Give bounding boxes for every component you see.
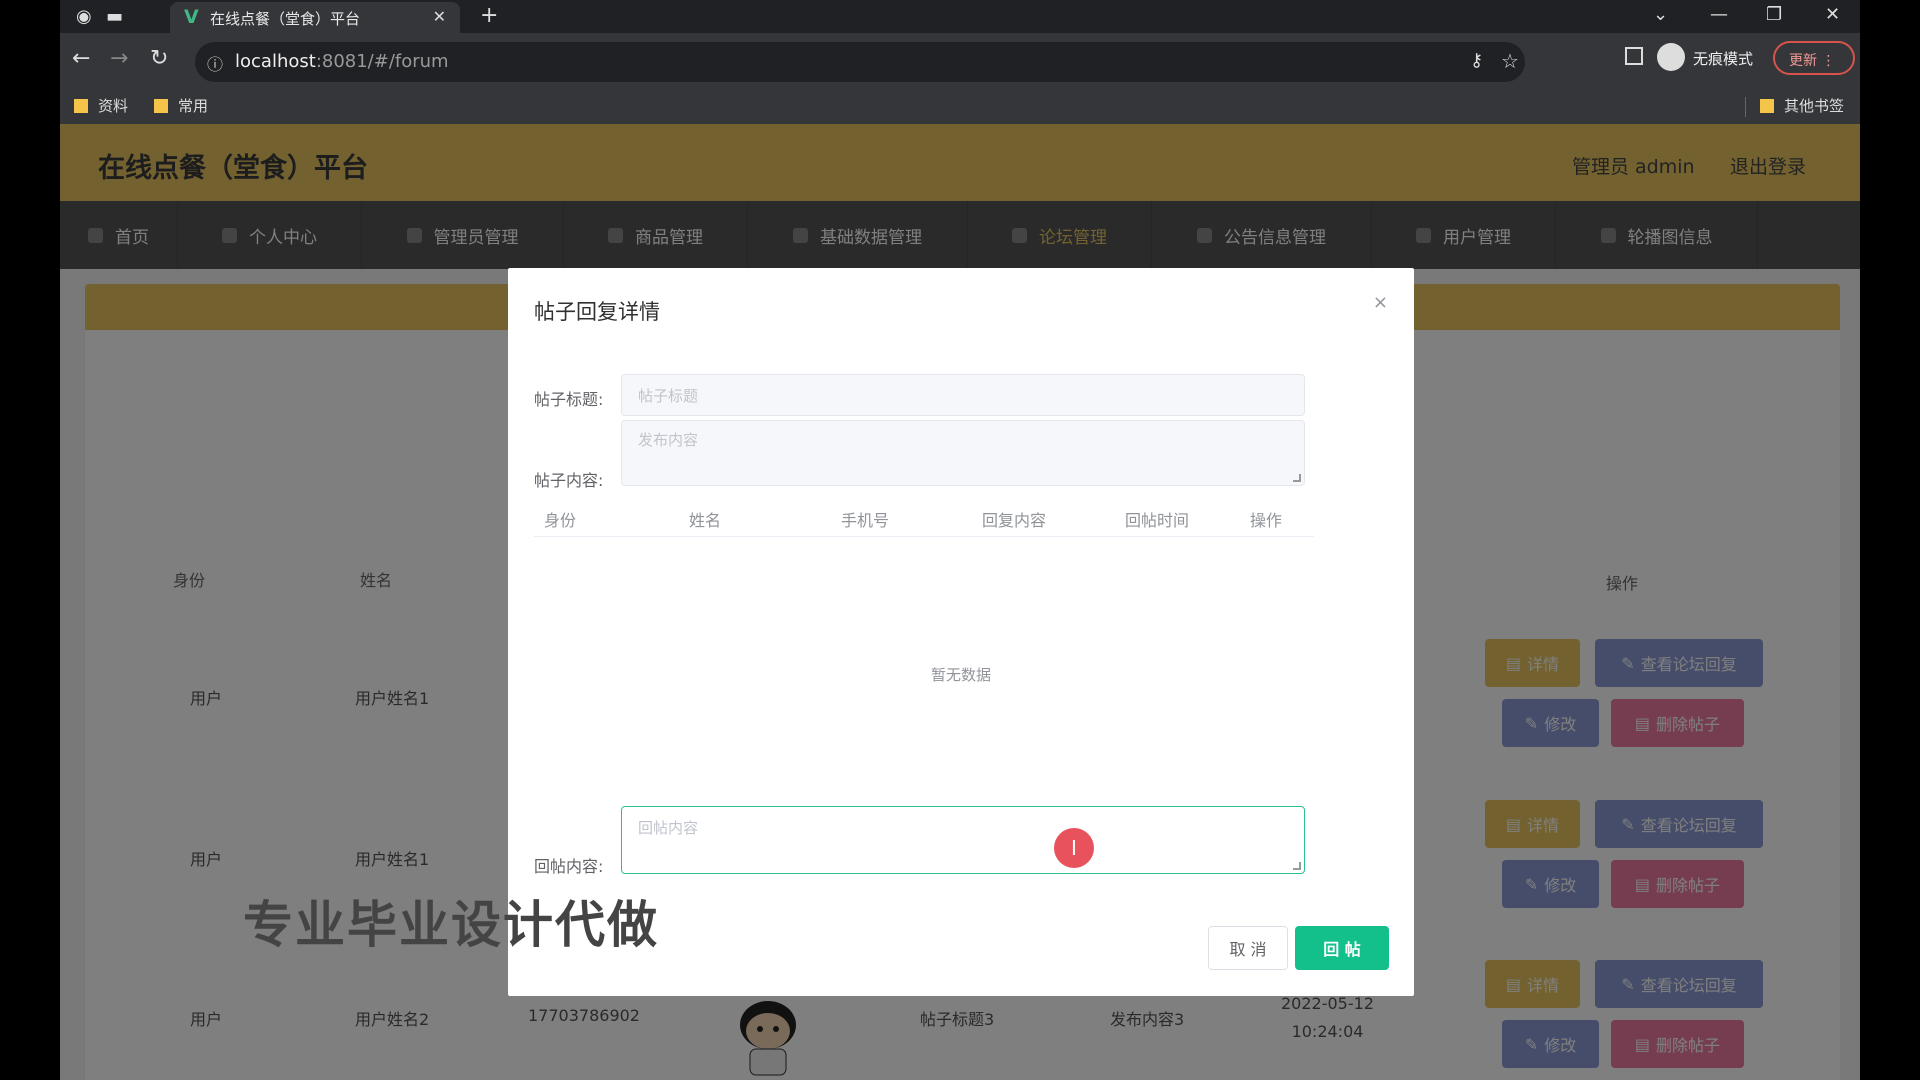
tab-group-icon[interactable]: ▬ (106, 6, 123, 27)
reply-content-placeholder: 回帖内容 (638, 819, 699, 837)
url-text: localhost:8081/#/forum (235, 51, 449, 72)
cancel-button[interactable]: 取 消 (1208, 926, 1288, 970)
watermark-text: 专业毕业设计代做 (243, 896, 659, 954)
reply-col-name: 姓名 (689, 511, 722, 530)
divider (534, 536, 1314, 537)
incognito-icon[interactable] (1657, 43, 1685, 71)
back-icon[interactable]: ← (72, 46, 90, 71)
restore-icon[interactable]: ❐ (1766, 4, 1782, 25)
password-key-icon[interactable]: ⚷ (1470, 50, 1483, 71)
reply-col-content: 回复内容 (982, 511, 1047, 530)
tab-bar: ◉ ▬ V 在线点餐（堂食）平台 ✕ + ⌄ — ❐ ✕ (60, 0, 1860, 33)
divider (1745, 97, 1746, 117)
resize-handle-icon[interactable] (1293, 474, 1301, 482)
post-content-placeholder: 发布内容 (638, 431, 699, 449)
address-bar[interactable]: ⓘ localhost:8081/#/forum ⚷ ☆ (195, 42, 1525, 82)
bookmarks-bar: 资料 常用 其他书签 (60, 89, 1860, 124)
resize-handle-icon[interactable] (1293, 862, 1301, 870)
close-icon[interactable]: × (1373, 292, 1388, 313)
active-tab[interactable]: V 在线点餐（堂食）平台 ✕ (170, 2, 460, 33)
reply-col-actions: 操作 (1250, 511, 1283, 530)
vue-favicon-icon: V (184, 6, 199, 28)
folder-icon (74, 99, 88, 113)
post-content-label: 帖子内容: (534, 471, 604, 490)
other-bookmarks[interactable]: 其他书签 (1760, 95, 1844, 116)
bookmark-star-icon[interactable]: ☆ (1501, 49, 1519, 73)
tab-close-icon[interactable]: ✕ (433, 7, 446, 26)
window-close-icon[interactable]: ✕ (1825, 4, 1840, 25)
text-cursor-icon: I (1054, 828, 1094, 868)
reply-content-label: 回帖内容: (534, 857, 604, 876)
incognito-label: 无痕模式 (1693, 50, 1754, 68)
folder-icon (154, 99, 168, 113)
post-title-input[interactable]: 帖子标题 (621, 374, 1305, 416)
dialog-title: 帖子回复详情 (534, 300, 660, 324)
toolbar: ← → ↻ ⓘ localhost:8081/#/forum ⚷ ☆ 无痕模式 … (60, 33, 1860, 89)
bookmark-folder-ziliao[interactable]: 资料 (74, 95, 128, 116)
browser-window: ◉ ▬ V 在线点餐（堂食）平台 ✕ + ⌄ — ❐ ✕ ← → ↻ ⓘ loc… (60, 0, 1860, 1080)
reply-content-textarea[interactable]: 回帖内容 (621, 806, 1305, 874)
post-title-label: 帖子标题: (534, 390, 604, 409)
post-content-textarea[interactable]: 发布内容 (621, 420, 1305, 486)
update-button[interactable]: 更新 ⋮ (1773, 41, 1855, 75)
folder-icon (1760, 99, 1774, 113)
reload-icon[interactable]: ↻ (150, 46, 168, 71)
reply-col-time: 回帖时间 (1125, 511, 1190, 530)
empty-state: 暂无数据 (930, 666, 991, 684)
side-panel-icon[interactable] (1625, 47, 1643, 65)
forward-icon[interactable]: → (110, 46, 128, 71)
tab-title: 在线点餐（堂食）平台 (210, 10, 361, 28)
site-info-icon[interactable]: ⓘ (207, 51, 223, 75)
reply-col-phone: 手机号 (841, 511, 890, 530)
minimize-icon[interactable]: — (1710, 4, 1728, 25)
tab-search-icon[interactable]: ⌄ (1653, 4, 1668, 25)
submit-reply-button[interactable]: 回 帖 (1295, 926, 1389, 970)
reply-col-role: 身份 (544, 511, 577, 530)
bookmark-folder-changyong[interactable]: 常用 (154, 95, 208, 116)
browser-menu-icon[interactable]: ◉ (76, 6, 92, 27)
new-tab-button[interactable]: + (480, 3, 498, 28)
